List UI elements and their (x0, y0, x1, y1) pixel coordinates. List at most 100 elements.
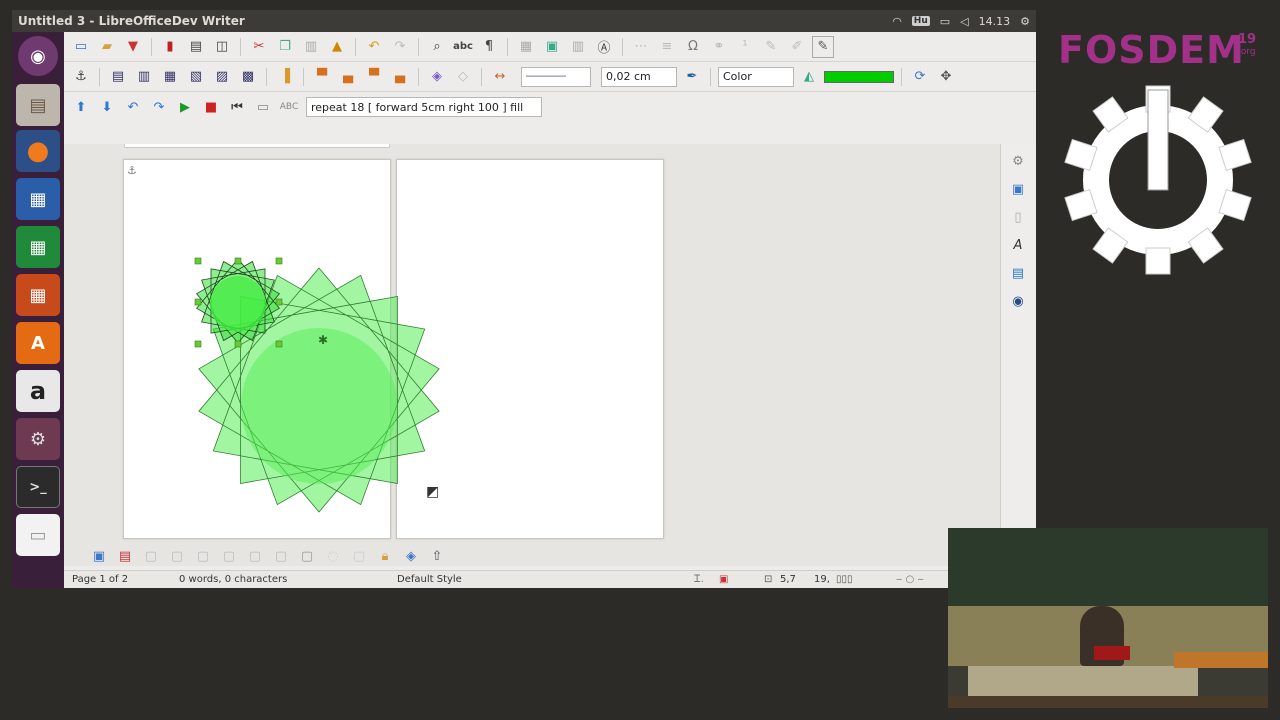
document-modified-icon[interactable]: ▣ (719, 574, 728, 585)
line-arrow-icon[interactable]: ↔ (489, 66, 511, 88)
insert-textbox-icon[interactable]: Ⓐ (593, 36, 615, 58)
resize-handle[interactable] (275, 298, 283, 306)
backward-arrow-icon[interactable]: ⬇ (96, 96, 118, 118)
clock[interactable]: 14.13 (979, 15, 1011, 28)
wrap-left-icon[interactable]: ▧ (185, 66, 207, 88)
fill-color-icon[interactable]: ◭ (798, 66, 820, 88)
resize-handle[interactable] (194, 257, 202, 265)
files-icon[interactable]: ▤ (16, 84, 60, 126)
writer-icon[interactable]: ▦ (16, 178, 60, 220)
insert-field-icon[interactable]: ≡ (656, 36, 678, 58)
selection-mode-icon[interactable]: Ꮖ. (694, 574, 704, 585)
forward-one-icon[interactable]: ▄ (337, 66, 359, 88)
impress-icon[interactable]: ▦ (16, 274, 60, 316)
group-icon[interactable]: ◈ (426, 66, 448, 88)
optimal-wrap-icon[interactable]: ▦ (159, 66, 181, 88)
shape-5-icon[interactable]: ▢ (244, 545, 266, 567)
page-break-icon[interactable]: ⋯ (630, 36, 652, 58)
shape-7-icon[interactable]: ▢ (296, 545, 318, 567)
line-color-icon[interactable]: ✒ (681, 66, 703, 88)
line-width-field[interactable]: 0,02 cm (601, 66, 677, 87)
system-settings-icon[interactable]: ⚙ (16, 418, 60, 460)
gear-icon[interactable]: ⚙ (1020, 15, 1030, 28)
wrap-off-icon[interactable]: ▤ (107, 66, 129, 88)
shape-3-icon[interactable]: ▢ (192, 545, 214, 567)
footnote-icon[interactable]: ¹ (734, 36, 756, 58)
cut-icon[interactable]: ✂ (248, 36, 270, 58)
print-icon[interactable]: ▤ (185, 36, 207, 58)
copy-icon[interactable]: ❐ (274, 36, 296, 58)
terminal-icon[interactable]: >_ (16, 466, 60, 508)
zoom-slider[interactable]: ‒ ○ ‒ (896, 574, 924, 585)
page-wrap-icon[interactable]: ▥ (133, 66, 155, 88)
wrap-right-icon[interactable]: ▨ (211, 66, 233, 88)
comment-icon[interactable]: ✎ (760, 36, 782, 58)
volume-icon[interactable]: ◁ (960, 15, 968, 28)
print-preview-icon[interactable]: ◫ (211, 36, 233, 58)
sidebar-properties-icon[interactable]: ▣ (1007, 178, 1029, 200)
sidebar-settings-icon[interactable]: ⚙ (1007, 150, 1029, 172)
special-character-icon[interactable]: Ω (682, 36, 704, 58)
align-objects-icon[interactable]: ▐ (274, 66, 296, 88)
resize-handle[interactable] (275, 257, 283, 265)
bring-to-front-icon[interactable]: ▀ (311, 66, 333, 88)
forward-arrow-icon[interactable]: ⬆ (70, 96, 92, 118)
calc-icon[interactable]: ▦ (16, 226, 60, 268)
resize-handle[interactable] (234, 257, 242, 265)
document-icon[interactable]: ▭ (16, 514, 60, 556)
program-editor-icon[interactable]: ABC (278, 96, 300, 118)
run-icon[interactable]: ▶ (174, 96, 196, 118)
formatting-marks-icon[interactable]: ¶ (478, 36, 500, 58)
sidebar-navigator-icon[interactable]: ◉ (1007, 290, 1029, 312)
firefox-icon[interactable]: ● (16, 130, 60, 172)
word-count[interactable]: 0 words, 0 characters (179, 574, 287, 585)
logo-command-line[interactable]: repeat 18 [ forward 5cm right 100 ] fill (306, 97, 542, 117)
turtle-icon[interactable]: ✱ (318, 333, 328, 347)
shape-2-icon[interactable]: ▢ (166, 545, 188, 567)
backward-one-icon[interactable]: ▀ (363, 66, 385, 88)
shape-4-icon[interactable]: ▢ (218, 545, 240, 567)
shape-1-icon[interactable]: ▢ (140, 545, 162, 567)
sidebar-styles-icon[interactable]: A (1007, 234, 1029, 256)
enter-group-icon[interactable]: ◇ (452, 66, 474, 88)
redo-icon[interactable]: ↷ (389, 36, 411, 58)
insert-table-icon[interactable]: ▦ (515, 36, 537, 58)
area-style-select[interactable]: Color (718, 66, 794, 87)
open-folder-icon[interactable]: ▰ (96, 36, 118, 58)
amazon-icon[interactable]: a (16, 370, 60, 412)
keyboard-layout[interactable]: Hu (911, 16, 930, 26)
home-icon[interactable]: ⏮ (226, 96, 248, 118)
resize-handle[interactable] (194, 340, 202, 348)
clone-formatting-icon[interactable]: ▲ (326, 36, 348, 58)
points-icon[interactable]: ✥ (935, 66, 957, 88)
clear-screen-icon[interactable]: ▭ (252, 96, 274, 118)
page-style[interactable]: Default Style (397, 574, 462, 585)
track-changes-icon[interactable]: ✐ (786, 36, 808, 58)
group-objects-icon[interactable]: ◈ (400, 545, 422, 567)
paste-icon[interactable]: ▥ (300, 36, 322, 58)
send-to-back-icon[interactable]: ▄ (389, 66, 411, 88)
sidebar-page-icon[interactable]: ▯ (1007, 206, 1029, 228)
insert-image-icon[interactable]: ▣ (541, 36, 563, 58)
lock-icon[interactable]: 🔒︎ (374, 545, 396, 567)
view-layout-icons[interactable]: ▯▯▯ (836, 574, 853, 585)
software-center-icon[interactable]: A (16, 322, 60, 364)
turn-right-icon[interactable]: ↷ (148, 96, 170, 118)
turn-left-icon[interactable]: ↶ (122, 96, 144, 118)
ubuntu-dash-icon[interactable]: ◉ (18, 36, 58, 76)
shape-9-icon[interactable]: ▢ (348, 545, 370, 567)
hyperlink-icon[interactable]: ⚭ (708, 36, 730, 58)
resize-handle[interactable] (234, 340, 242, 348)
logo-drawing[interactable]: ✱ ◩ ⚓ (64, 144, 1000, 566)
resize-handle[interactable] (194, 298, 202, 306)
undo-icon[interactable]: ↶ (363, 36, 385, 58)
new-document-icon[interactable]: ▭ (70, 36, 92, 58)
save-icon[interactable]: ▼ (122, 36, 144, 58)
sidebar-gallery-icon[interactable]: ▤ (1007, 262, 1029, 284)
find-replace-icon[interactable]: ⌕ (426, 36, 448, 58)
shape-8-icon[interactable]: ◌ (322, 545, 344, 567)
anchor-icon[interactable]: ⚓ (70, 66, 92, 88)
stop-icon[interactable]: ■ (200, 96, 222, 118)
wrap-through-icon[interactable]: ▩ (237, 66, 259, 88)
fill-color-swatch[interactable] (824, 70, 894, 83)
